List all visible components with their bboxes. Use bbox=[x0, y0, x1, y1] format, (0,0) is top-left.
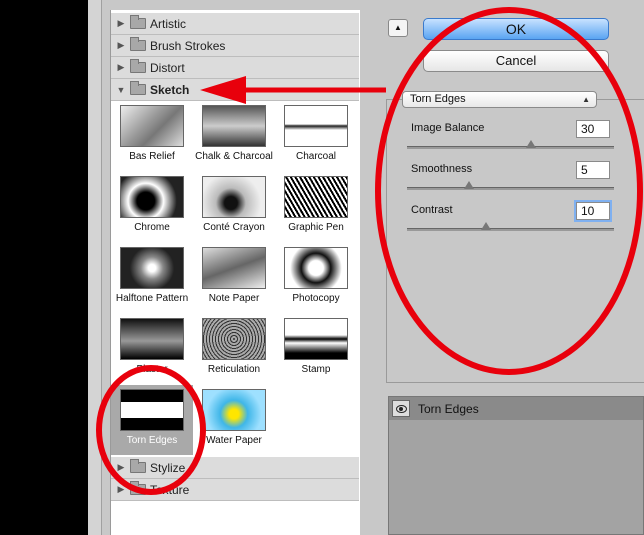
collapse-triangle-icon: ▼ bbox=[116, 84, 126, 95]
param-label-smoothness: Smoothness bbox=[411, 163, 473, 175]
contrast-input[interactable]: 10 bbox=[574, 200, 612, 222]
thumb-chalk-charcoal[interactable]: Chalk & Charcoal bbox=[193, 105, 275, 162]
thumb-caption: Note Paper bbox=[208, 293, 260, 304]
thumb-water-paper[interactable]: Water Paper bbox=[193, 389, 275, 446]
thumb-reticulation[interactable]: Reticulation bbox=[193, 318, 275, 375]
folder-icon bbox=[130, 59, 146, 73]
filter-select-value: Torn Edges bbox=[410, 93, 466, 105]
thumb-caption: Charcoal bbox=[295, 151, 337, 162]
thumbnail-image bbox=[284, 176, 348, 218]
thumb-caption: Chalk & Charcoal bbox=[195, 151, 273, 162]
category-label: Distort bbox=[150, 60, 185, 75]
thumb-caption: Bas Relief bbox=[129, 151, 175, 162]
thumb-charcoal[interactable]: Charcoal bbox=[275, 105, 357, 162]
folder-icon bbox=[130, 37, 146, 51]
param-label-contrast: Contrast bbox=[411, 204, 453, 216]
thumb-caption: Chrome bbox=[134, 222, 170, 233]
thumbnail-image bbox=[120, 318, 184, 360]
preview-scrollbar[interactable] bbox=[88, 0, 102, 535]
category-label: Brush Strokes bbox=[150, 38, 226, 53]
filter-settings-panel bbox=[386, 99, 644, 383]
select-arrows-icon: ▲ bbox=[582, 95, 590, 104]
thumb-graphic-pen[interactable]: Graphic Pen bbox=[275, 176, 357, 233]
image-balance-slider[interactable] bbox=[407, 146, 614, 149]
expand-triangle-icon: ▶ bbox=[117, 18, 125, 28]
smoothness-slider-thumb[interactable] bbox=[464, 181, 475, 189]
folder-icon bbox=[130, 15, 146, 29]
thumb-caption: Torn Edges bbox=[126, 435, 178, 446]
thumb-caption: Stamp bbox=[301, 364, 331, 375]
thumb-caption: Water Paper bbox=[206, 435, 262, 446]
eye-icon[interactable] bbox=[392, 400, 410, 417]
expand-triangle-icon: ▶ bbox=[117, 462, 125, 472]
category-sketch[interactable]: ▼ Sketch bbox=[111, 79, 359, 101]
folder-icon bbox=[130, 481, 146, 495]
thumb-chrome[interactable]: Chrome bbox=[111, 176, 193, 233]
category-label: Artistic bbox=[150, 16, 186, 31]
folder-open-icon bbox=[130, 81, 146, 95]
category-label: Texture bbox=[150, 482, 190, 497]
thumb-torn-edges[interactable]: Torn Edges bbox=[111, 385, 193, 455]
category-label: Stylize bbox=[150, 460, 186, 475]
thumb-halftone-pattern[interactable]: Halftone Pattern bbox=[111, 247, 193, 304]
category-texture[interactable]: ▶ Texture bbox=[111, 479, 359, 501]
filter-select[interactable]: Torn Edges ▲ bbox=[402, 91, 597, 108]
contrast-slider[interactable] bbox=[407, 228, 614, 231]
smoothness-slider[interactable] bbox=[407, 187, 614, 190]
ok-button[interactable]: OK bbox=[423, 18, 609, 40]
thumb-note-paper[interactable]: Note Paper bbox=[193, 247, 275, 304]
thumb-bas-relief[interactable]: Bas Relief bbox=[111, 105, 193, 162]
thumb-caption: Photocopy bbox=[292, 293, 340, 304]
image-balance-slider-thumb[interactable] bbox=[526, 140, 537, 148]
thumb-caption: Graphic Pen bbox=[288, 222, 344, 233]
thumb-photocopy[interactable]: Photocopy bbox=[275, 247, 357, 304]
thumbnail-image bbox=[120, 105, 184, 147]
expand-triangle-icon: ▶ bbox=[117, 484, 125, 494]
thumbnail-image bbox=[202, 318, 266, 360]
thumbnail-image bbox=[120, 247, 184, 289]
effect-layer-name: Torn Edges bbox=[418, 401, 479, 416]
contrast-slider-thumb[interactable] bbox=[480, 222, 491, 230]
thumb-stamp[interactable]: Stamp bbox=[275, 318, 357, 375]
smoothness-input[interactable]: 5 bbox=[576, 161, 610, 179]
filter-gallery: ▶ Artistic ▶ Brush Strokes ▶ Distort ▼ S… bbox=[110, 10, 360, 535]
cancel-button[interactable]: Cancel bbox=[423, 50, 609, 72]
thumbnail-image bbox=[202, 176, 266, 218]
collapse-gallery-button[interactable]: ▲ bbox=[388, 19, 408, 37]
thumbnail-image bbox=[202, 105, 266, 147]
thumb-plaster[interactable]: Plaster bbox=[111, 318, 193, 375]
category-brush-strokes[interactable]: ▶ Brush Strokes bbox=[111, 35, 359, 57]
thumb-caption: Conté Crayon bbox=[203, 222, 265, 233]
folder-icon bbox=[130, 459, 146, 473]
expand-triangle-icon: ▶ bbox=[117, 40, 125, 50]
effect-layers-panel: Torn Edges bbox=[388, 396, 644, 535]
thumbnail-image bbox=[202, 247, 266, 289]
triangle-up-icon: ▲ bbox=[394, 23, 402, 32]
thumbnail-image bbox=[120, 176, 184, 218]
thumb-caption: Plaster bbox=[136, 364, 168, 375]
thumbnail-image bbox=[284, 105, 348, 147]
param-label-image-balance: Image Balance bbox=[411, 122, 485, 134]
category-stylize[interactable]: ▶ Stylize bbox=[111, 457, 359, 479]
expand-triangle-icon: ▶ bbox=[117, 62, 125, 72]
thumbnail-image bbox=[202, 389, 266, 431]
effect-layer-row[interactable]: Torn Edges bbox=[389, 397, 643, 420]
thumb-caption: Reticulation bbox=[207, 364, 261, 375]
image-balance-input[interactable]: 30 bbox=[576, 120, 610, 138]
category-label: Sketch bbox=[150, 82, 190, 97]
thumb-conte-crayon[interactable]: Conté Crayon bbox=[193, 176, 275, 233]
thumbnail-image bbox=[284, 318, 348, 360]
category-distort[interactable]: ▶ Distort bbox=[111, 57, 359, 79]
thumb-caption: Halftone Pattern bbox=[115, 293, 189, 304]
thumbnail-image bbox=[120, 389, 184, 431]
category-artistic[interactable]: ▶ Artistic bbox=[111, 13, 359, 35]
thumbnail-image bbox=[284, 247, 348, 289]
preview-canvas[interactable] bbox=[0, 0, 88, 535]
